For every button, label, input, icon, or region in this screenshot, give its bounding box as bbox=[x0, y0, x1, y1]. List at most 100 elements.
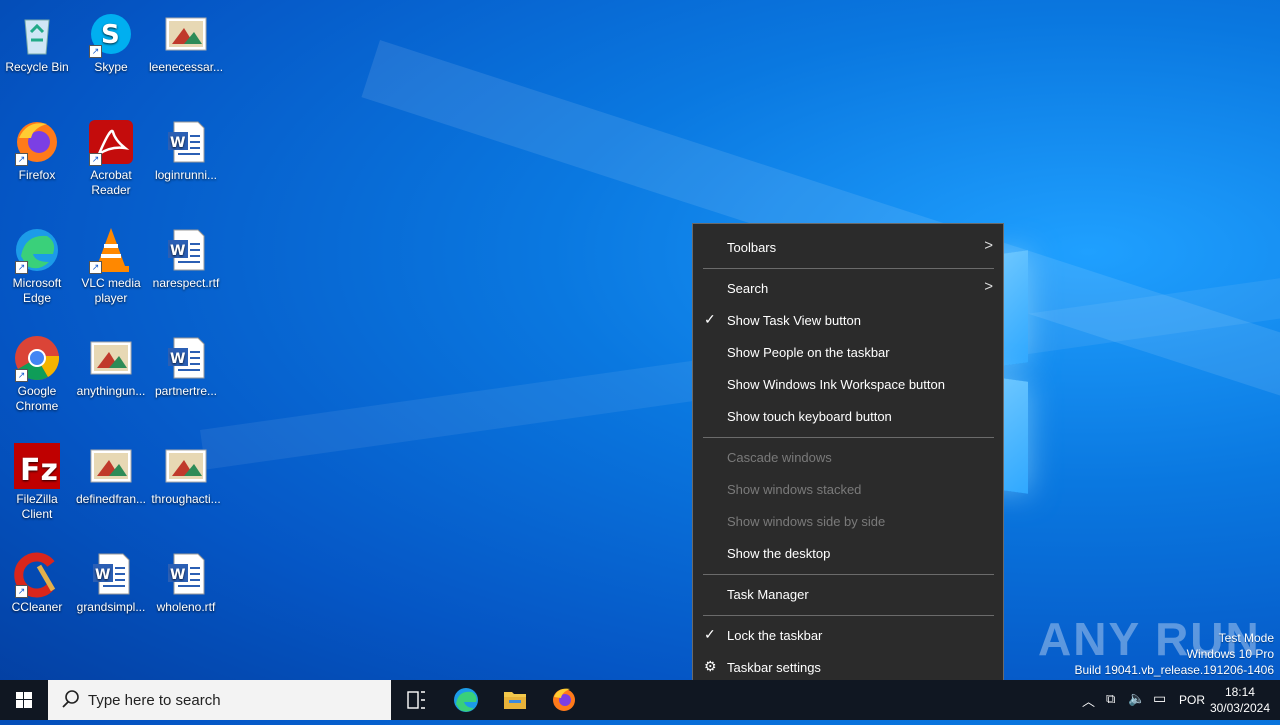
network-monitor-icon[interactable]: ⧉ bbox=[1106, 691, 1115, 707]
image-file-icon bbox=[87, 334, 135, 382]
windows-start-icon bbox=[16, 692, 32, 708]
menu-item-task-manager[interactable]: Task Manager bbox=[693, 579, 1003, 609]
os-watermark: Test Mode Windows 10 Pro Build 19041.vb_… bbox=[1075, 630, 1275, 678]
menu-item-label: Task Manager bbox=[727, 587, 809, 602]
menu-item-label: Show the desktop bbox=[727, 546, 831, 561]
shortcut-arrow-icon: ↗ bbox=[89, 45, 102, 58]
menu-item-show-task-view[interactable]: ✓ Show Task View button bbox=[693, 305, 1003, 335]
checkmark-icon: ✓ bbox=[704, 311, 716, 327]
svg-text:S: S bbox=[101, 20, 120, 50]
network-icon[interactable]: ▭ bbox=[1153, 690, 1166, 707]
volume-icon[interactable]: 🔈 bbox=[1128, 690, 1145, 707]
menu-item-toolbars[interactable]: Toolbars > bbox=[693, 232, 1003, 262]
menu-item-label: Toolbars bbox=[727, 240, 777, 255]
clock[interactable]: 18:14 30/03/2024 bbox=[1210, 684, 1270, 716]
menu-item-label: Taskbar settings bbox=[727, 660, 821, 675]
desktop-icon-label: throughacti... bbox=[151, 492, 221, 506]
desktop-icon-label: Skype bbox=[94, 60, 128, 74]
desktop-icon-label: VLC media player bbox=[81, 276, 141, 305]
menu-item-label: Show touch keyboard button bbox=[727, 409, 892, 424]
chevron-right-icon: > bbox=[984, 237, 993, 254]
start-button[interactable] bbox=[0, 680, 48, 720]
acrobat-icon: ↗ bbox=[87, 118, 135, 166]
menu-item-show-touch-keyboard[interactable]: Show touch keyboard button bbox=[693, 401, 1003, 431]
chevron-up-icon[interactable]: ︿ bbox=[1082, 691, 1095, 710]
desktop-icon-label: narespect.rtf bbox=[152, 276, 220, 290]
svg-text:W: W bbox=[170, 243, 185, 259]
desktop-icon-vlc[interactable]: ↗ VLC media player bbox=[74, 222, 148, 306]
menu-item-label: Show Task View button bbox=[727, 313, 861, 328]
desktop-icon-label: leenecessar... bbox=[149, 60, 224, 74]
desktop-icon-label: Google Chrome bbox=[15, 384, 59, 413]
menu-item-cascade-windows: Cascade windows bbox=[693, 442, 1003, 472]
desktop-icon-label: definedfran... bbox=[75, 492, 147, 506]
desktop-icon-image-file[interactable]: anythingun... bbox=[74, 330, 148, 399]
system-tray: ︿ ⧉ 🔈 ▭ POR 18:14 30/03/2024 bbox=[1080, 680, 1280, 720]
svg-text:W: W bbox=[170, 567, 185, 583]
desktop-icon-label: loginrunni... bbox=[154, 168, 218, 182]
desktop-icon-image-file[interactable]: leenecessar... bbox=[149, 6, 223, 75]
menu-separator bbox=[703, 615, 994, 616]
desktop-icon-firefox[interactable]: ↗ Firefox bbox=[0, 114, 74, 183]
shortcut-arrow-icon: ↗ bbox=[15, 153, 28, 166]
menu-item-label: Show People on the taskbar bbox=[727, 345, 890, 360]
desktop-icon-label: Microsoft Edge bbox=[12, 276, 62, 305]
desktop-icon-word-doc[interactable]: W wholeno.rtf bbox=[149, 546, 223, 615]
desktop-icon-chrome[interactable]: ↗ Google Chrome bbox=[0, 330, 74, 414]
desktop-icon-label: FileZilla Client bbox=[16, 492, 58, 521]
taskbar-edge-button[interactable] bbox=[442, 680, 490, 720]
desktop-icon-ccleaner[interactable]: ↗ CCleaner bbox=[0, 546, 74, 615]
task-view-button[interactable] bbox=[392, 680, 440, 720]
word-doc-icon: W bbox=[162, 334, 210, 382]
skype-icon: S ↗ bbox=[87, 10, 135, 58]
clock-date: 30/03/2024 bbox=[1209, 701, 1270, 715]
edge-icon bbox=[454, 688, 478, 712]
menu-item-show-people[interactable]: Show People on the taskbar bbox=[693, 337, 1003, 367]
taskbar-file-explorer-button[interactable] bbox=[491, 680, 539, 720]
chevron-right-icon: > bbox=[984, 278, 993, 295]
ccleaner-icon: ↗ bbox=[13, 550, 61, 598]
desktop-icon-word-doc[interactable]: W narespect.rtf bbox=[149, 222, 223, 291]
shortcut-arrow-icon: ↗ bbox=[15, 585, 28, 598]
desktop-icon-label: CCleaner bbox=[11, 600, 63, 614]
menu-item-lock-taskbar[interactable]: ✓ Lock the taskbar bbox=[693, 620, 1003, 650]
firefox-icon: ↗ bbox=[13, 118, 61, 166]
desktop-icon-word-doc[interactable]: W partnertre... bbox=[149, 330, 223, 399]
desktop-icon-image-file[interactable]: throughacti... bbox=[149, 438, 223, 507]
menu-item-label: Show Windows Ink Workspace button bbox=[727, 377, 945, 392]
desktop-icon-image-file[interactable]: definedfran... bbox=[74, 438, 148, 507]
menu-item-search[interactable]: Search > bbox=[693, 273, 1003, 303]
task-view-icon bbox=[407, 691, 425, 709]
taskbar-search-box[interactable]: Type here to search bbox=[48, 680, 391, 720]
firefox-icon bbox=[553, 688, 575, 711]
menu-separator bbox=[703, 574, 994, 575]
menu-item-label: Lock the taskbar bbox=[727, 628, 823, 643]
shortcut-arrow-icon: ↗ bbox=[15, 261, 28, 274]
desktop-icon-recycle-bin[interactable]: Recycle Bin bbox=[0, 6, 74, 75]
desktop-icon-label: Recycle Bin bbox=[5, 60, 69, 74]
desktop-icon-skype[interactable]: S ↗ Skype bbox=[74, 6, 148, 75]
word-doc-icon: W bbox=[162, 118, 210, 166]
desktop-icon-acrobat[interactable]: ↗ Acrobat Reader bbox=[74, 114, 148, 198]
menu-item-windows-side-by-side: Show windows side by side bbox=[693, 506, 1003, 536]
search-placeholder: Type here to search bbox=[88, 692, 221, 709]
taskbar-firefox-button[interactable] bbox=[540, 680, 588, 720]
svg-text:W: W bbox=[170, 351, 185, 367]
build-text: Build 19041.vb_release.191206-1406 bbox=[1074, 663, 1275, 677]
taskbar-context-menu: Toolbars > Search > ✓ Show Task View but… bbox=[692, 223, 1004, 692]
menu-item-taskbar-settings[interactable]: ⚙ Taskbar settings bbox=[693, 652, 1003, 682]
desktop-icon-word-doc[interactable]: W grandsimpl... bbox=[74, 546, 148, 615]
desktop-icon-edge[interactable]: ↗ Microsoft Edge bbox=[0, 222, 74, 306]
desktop-icon-filezilla[interactable]: Fz FileZilla Client bbox=[0, 438, 74, 522]
language-indicator[interactable]: POR bbox=[1179, 693, 1205, 707]
chrome-icon: ↗ bbox=[13, 334, 61, 382]
clock-time: 18:14 bbox=[1224, 685, 1255, 699]
taskbar: Type here to search ︿ ⧉ 🔈 ▭ POR 18:14 30… bbox=[0, 680, 1280, 720]
desktop-icon-label: anythingun... bbox=[76, 384, 146, 398]
menu-item-show-desktop[interactable]: Show the desktop bbox=[693, 538, 1003, 568]
desktop-icon-word-doc[interactable]: W loginrunni... bbox=[149, 114, 223, 183]
recycle-bin-icon bbox=[13, 10, 61, 58]
vlc-icon: ↗ bbox=[87, 226, 135, 274]
menu-item-windows-stacked: Show windows stacked bbox=[693, 474, 1003, 504]
menu-item-show-ink-workspace[interactable]: Show Windows Ink Workspace button bbox=[693, 369, 1003, 399]
